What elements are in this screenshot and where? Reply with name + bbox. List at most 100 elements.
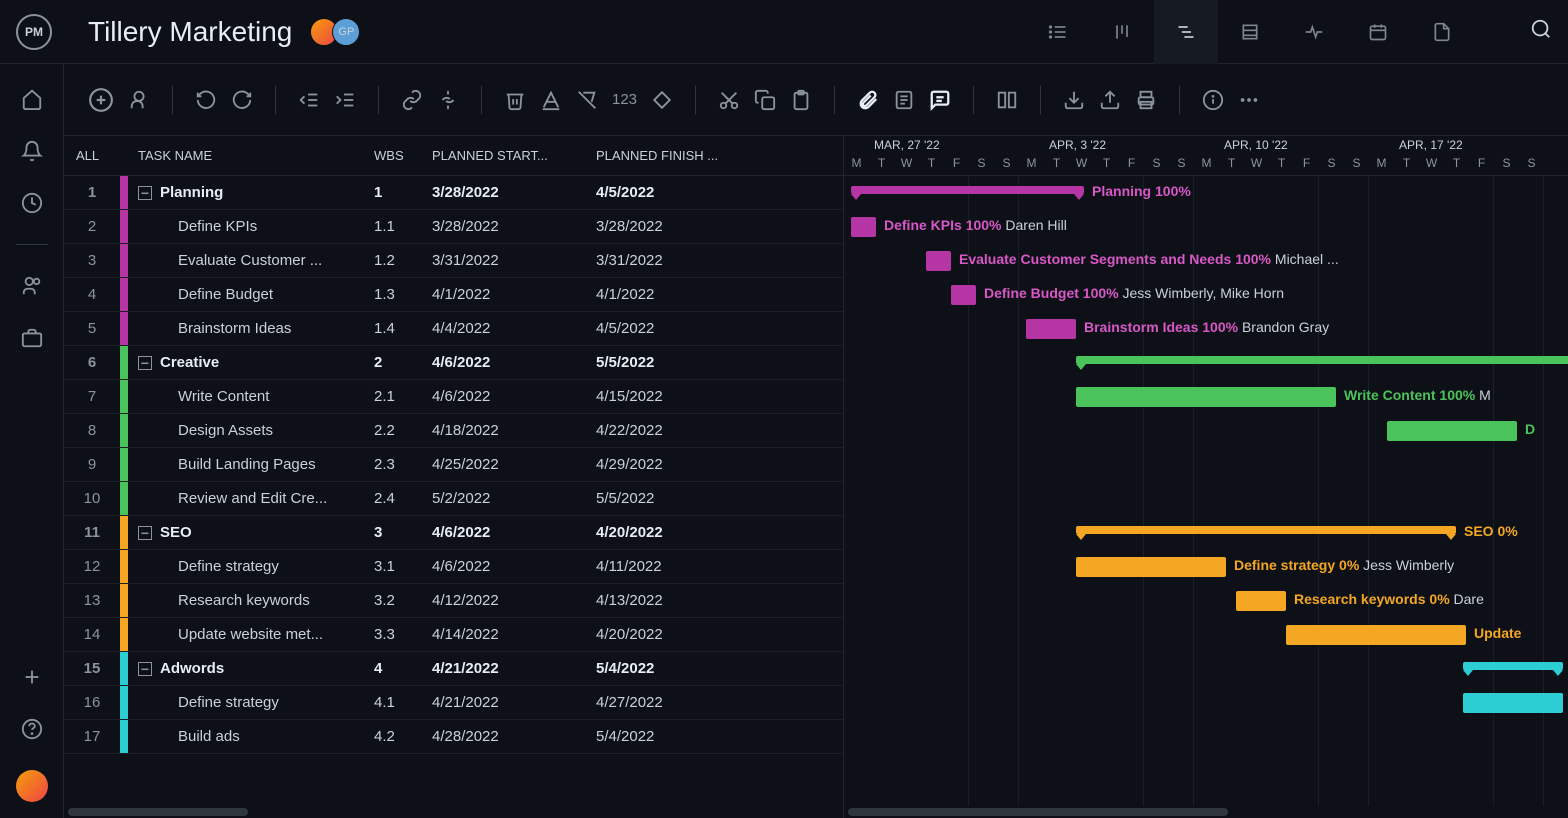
- gantt-row[interactable]: Evaluate Customer Segments and Needs 100…: [844, 244, 1568, 278]
- gantt-bar[interactable]: [1076, 557, 1226, 577]
- import-icon[interactable]: [1063, 89, 1085, 111]
- gantt-bar[interactable]: [951, 285, 976, 305]
- view-tab-calendar[interactable]: [1346, 0, 1410, 64]
- cut-icon[interactable]: [718, 89, 740, 111]
- table-row[interactable]: 4Define Budget1.34/1/20224/1/2022: [64, 278, 843, 312]
- bell-icon[interactable]: [21, 140, 43, 162]
- gantt-row[interactable]: Update: [844, 618, 1568, 652]
- view-tab-board[interactable]: [1090, 0, 1154, 64]
- info-icon[interactable]: [1202, 89, 1224, 111]
- plus-icon[interactable]: [21, 666, 43, 688]
- gantt-bar[interactable]: [1463, 662, 1563, 670]
- more-icon[interactable]: [1238, 89, 1260, 111]
- table-row[interactable]: 7Write Content2.14/6/20224/15/2022: [64, 380, 843, 414]
- table-row[interactable]: 5Brainstorm Ideas1.44/4/20224/5/2022: [64, 312, 843, 346]
- column-all[interactable]: ALL: [64, 148, 120, 163]
- paste-icon[interactable]: [790, 89, 812, 111]
- comment-icon[interactable]: [929, 89, 951, 111]
- table-row[interactable]: 2Define KPIs1.13/28/20223/28/2022: [64, 210, 843, 244]
- link-icon[interactable]: [401, 89, 423, 111]
- clear-format-icon[interactable]: [576, 89, 598, 111]
- gantt-row[interactable]: Define Budget 100% Jess Wimberly, Mike H…: [844, 278, 1568, 312]
- expand-icon[interactable]: −: [138, 356, 152, 370]
- print-icon[interactable]: [1135, 89, 1157, 111]
- gantt-bar[interactable]: [851, 217, 876, 237]
- gantt-row[interactable]: Research keywords 0% Dare: [844, 584, 1568, 618]
- gantt-row[interactable]: D: [844, 414, 1568, 448]
- gantt-row[interactable]: Define KPIs 100% Daren Hill: [844, 210, 1568, 244]
- expand-icon[interactable]: −: [138, 662, 152, 676]
- table-row[interactable]: 13Research keywords3.24/12/20224/13/2022: [64, 584, 843, 618]
- gantt-row[interactable]: Planning 100%: [844, 176, 1568, 210]
- search-icon[interactable]: [1530, 18, 1552, 45]
- column-wbs[interactable]: WBS: [374, 148, 432, 163]
- table-row[interactable]: 17Build ads4.24/28/20225/4/2022: [64, 720, 843, 754]
- unlink-icon[interactable]: [437, 89, 459, 111]
- view-tab-sheet[interactable]: [1218, 0, 1282, 64]
- column-planned-finish[interactable]: PLANNED FINISH ...: [596, 148, 760, 163]
- avatar-group[interactable]: GP: [316, 18, 360, 46]
- expand-icon[interactable]: −: [138, 526, 152, 540]
- table-row[interactable]: 11−SEO34/6/20224/20/2022: [64, 516, 843, 550]
- diamond-icon[interactable]: [651, 89, 673, 111]
- column-planned-start[interactable]: PLANNED START...: [432, 148, 596, 163]
- gantt-row[interactable]: [844, 448, 1568, 482]
- help-icon[interactable]: [21, 718, 43, 740]
- gantt-bar[interactable]: [1076, 356, 1568, 364]
- view-tab-gantt[interactable]: [1154, 0, 1218, 64]
- undo-icon[interactable]: [195, 89, 217, 111]
- view-tab-list[interactable]: [1026, 0, 1090, 64]
- gantt-row[interactable]: Brainstorm Ideas 100% Brandon Gray: [844, 312, 1568, 346]
- table-row[interactable]: 6−Creative24/6/20225/5/2022: [64, 346, 843, 380]
- gantt-row[interactable]: [844, 482, 1568, 516]
- gantt-row[interactable]: Write Content 100% M: [844, 380, 1568, 414]
- gantt-bar[interactable]: [1236, 591, 1286, 611]
- clock-icon[interactable]: [21, 192, 43, 214]
- table-row[interactable]: 8Design Assets2.24/18/20224/22/2022: [64, 414, 843, 448]
- attachment-icon[interactable]: [857, 89, 879, 111]
- redo-icon[interactable]: [231, 89, 253, 111]
- avatar[interactable]: GP: [332, 18, 360, 46]
- gantt-row[interactable]: SEO 0%: [844, 516, 1568, 550]
- scrollbar-horizontal[interactable]: [64, 806, 843, 818]
- gantt-bar[interactable]: [1076, 387, 1336, 407]
- indent-icon[interactable]: [334, 89, 356, 111]
- table-row[interactable]: 10Review and Edit Cre...2.45/2/20225/5/2…: [64, 482, 843, 516]
- copy-icon[interactable]: [754, 89, 776, 111]
- table-row[interactable]: 1−Planning13/28/20224/5/2022: [64, 176, 843, 210]
- gantt-row[interactable]: [844, 652, 1568, 686]
- add-icon[interactable]: [88, 87, 114, 113]
- notes-icon[interactable]: [893, 89, 915, 111]
- table-row[interactable]: 15−Adwords44/21/20225/4/2022: [64, 652, 843, 686]
- font-icon[interactable]: [540, 89, 562, 111]
- gantt-row[interactable]: Define strategy 0% Jess Wimberly: [844, 550, 1568, 584]
- app-logo[interactable]: PM: [16, 14, 52, 50]
- scrollbar-horizontal[interactable]: [844, 806, 1568, 818]
- table-row[interactable]: 3Evaluate Customer ...1.23/31/20223/31/2…: [64, 244, 843, 278]
- gantt-bar[interactable]: [1286, 625, 1466, 645]
- trash-icon[interactable]: [504, 89, 526, 111]
- gantt-row[interactable]: [844, 720, 1568, 754]
- gantt-bar[interactable]: [851, 186, 1084, 194]
- gantt-bar[interactable]: [1026, 319, 1076, 339]
- table-row[interactable]: 12Define strategy3.14/6/20224/11/2022: [64, 550, 843, 584]
- view-tab-activity[interactable]: [1282, 0, 1346, 64]
- expand-icon[interactable]: −: [138, 186, 152, 200]
- table-row[interactable]: 9Build Landing Pages2.34/25/20224/29/202…: [64, 448, 843, 482]
- home-icon[interactable]: [21, 88, 43, 110]
- gantt-bar[interactable]: [1076, 526, 1456, 534]
- people-icon[interactable]: [21, 275, 43, 297]
- gantt-bar[interactable]: [1387, 421, 1517, 441]
- gantt-body[interactable]: Planning 100%Define KPIs 100% Daren Hill…: [844, 176, 1568, 806]
- columns-icon[interactable]: [996, 89, 1018, 111]
- user-avatar[interactable]: [16, 770, 48, 802]
- briefcase-icon[interactable]: [21, 327, 43, 349]
- table-row[interactable]: 16Define strategy4.14/21/20224/27/2022: [64, 686, 843, 720]
- gantt-bar[interactable]: [926, 251, 951, 271]
- gantt-row[interactable]: [844, 346, 1568, 380]
- gantt-bar[interactable]: [1463, 693, 1563, 713]
- export-icon[interactable]: [1099, 89, 1121, 111]
- assign-icon[interactable]: [128, 89, 150, 111]
- table-row[interactable]: 14Update website met...3.34/14/20224/20/…: [64, 618, 843, 652]
- column-task-name[interactable]: TASK NAME: [128, 148, 374, 163]
